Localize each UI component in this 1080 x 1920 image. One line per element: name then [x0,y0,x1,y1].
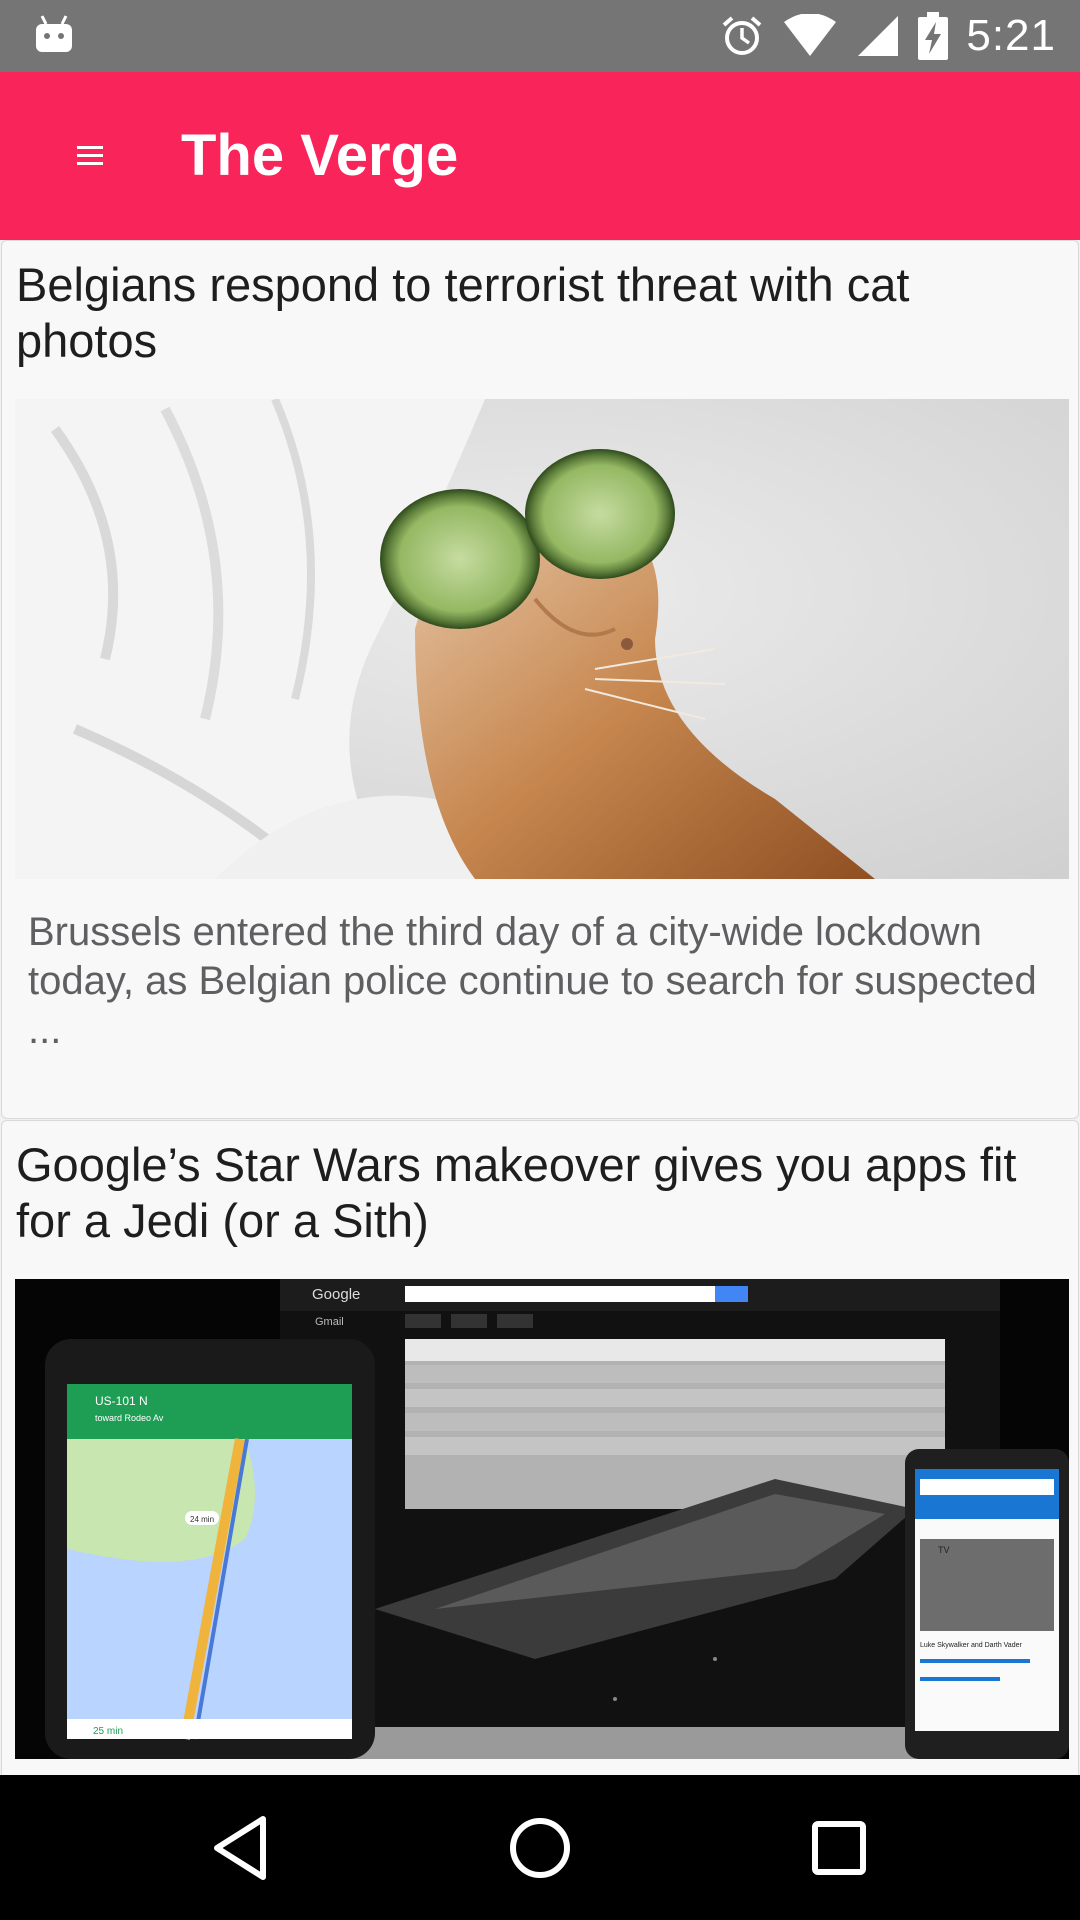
recents-icon [812,1821,866,1875]
google-logo: Google [312,1286,360,1303]
back-icon [214,1816,266,1880]
article-title[interactable]: Google’s Star Wars makeover gives you ap… [16,1137,1056,1249]
app-title: The Verge [181,123,459,188]
article-image-star-wars[interactable]: Google Gmail US-101 N toward Rodeo Av 24… [15,1279,1069,1759]
navigation-bar [0,1775,1080,1920]
article-image-cat[interactable] [15,399,1069,879]
recents-button[interactable] [796,1805,882,1891]
article-feed[interactable]: Belgians respond to terrorist threat wit… [0,240,1080,1775]
android-debug-icon [36,15,72,52]
hamburger-menu-icon [77,146,103,165]
back-button[interactable] [198,1805,284,1891]
maps-toward: toward Rodeo Av [95,1413,164,1423]
alarm-icon [723,16,762,55]
phone-card-tag: TV [938,1545,950,1555]
wifi-icon [784,14,837,56]
article-description: Brussels entered the third day of a city… [28,910,1037,1052]
home-button[interactable] [497,1805,583,1891]
menu-button[interactable] [54,120,126,192]
cat-with-cucumbers-photo [15,399,1069,879]
maps-chip: 24 min [190,1515,214,1524]
maps-eta: 25 min [93,1726,123,1737]
gmail-label: Gmail [315,1316,344,1328]
battery-charging-icon [918,12,949,60]
home-icon [510,1818,570,1878]
app-bar: The Verge [0,72,1080,240]
status-time: 5:21 [966,11,1056,60]
article-card[interactable]: Belgians respond to terrorist threat wit… [1,240,1079,1119]
phone-card-title: Luke Skywalker and Darth Vader [920,1642,1022,1649]
maps-route: US-101 N [95,1394,148,1408]
signal-icon [858,16,899,56]
status-bar: 5:21 [0,0,1080,72]
article-card[interactable]: Google’s Star Wars makeover gives you ap… [1,1120,1079,1775]
star-wars-google-apps-photo: Google Gmail US-101 N toward Rodeo Av 24… [15,1279,1069,1759]
article-title[interactable]: Belgians respond to terrorist threat wit… [16,257,1056,369]
